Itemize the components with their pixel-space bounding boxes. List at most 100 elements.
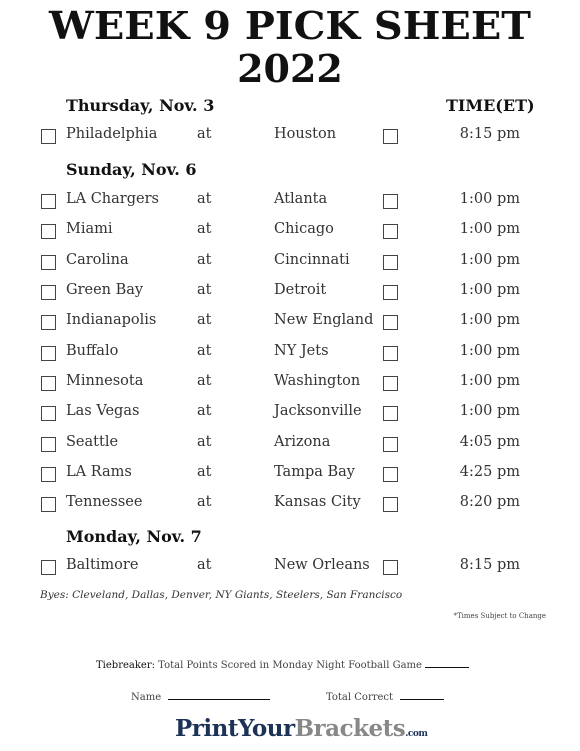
away-team: LA Rams bbox=[66, 464, 132, 480]
game-time: 4:25 pm bbox=[459, 464, 520, 480]
home-team: Houston bbox=[274, 126, 337, 142]
away-pick-checkbox[interactable] bbox=[41, 346, 56, 361]
away-pick-checkbox[interactable] bbox=[41, 406, 56, 421]
at-label: at bbox=[197, 252, 212, 268]
game-row: Philadelphia at Houston 8:15 pm bbox=[0, 126, 580, 148]
game-time: 1:00 pm bbox=[459, 312, 520, 328]
time-header: TIME(ET) bbox=[446, 96, 535, 115]
home-pick-checkbox[interactable] bbox=[383, 560, 398, 575]
name-blank[interactable] bbox=[168, 698, 271, 700]
home-team: Tampa Bay bbox=[274, 464, 355, 480]
at-label: at bbox=[197, 557, 212, 573]
away-pick-checkbox[interactable] bbox=[41, 194, 56, 209]
game-row: LA Chargers at Atlanta 1:00 pm bbox=[0, 191, 580, 213]
game-time: 1:00 pm bbox=[459, 373, 520, 389]
home-pick-checkbox[interactable] bbox=[383, 255, 398, 270]
tiebreaker-text: Total Points Scored in Monday Night Foot… bbox=[158, 660, 422, 671]
away-team: Minnesota bbox=[66, 373, 144, 389]
home-pick-checkbox[interactable] bbox=[383, 346, 398, 361]
game-row: Miami at Chicago 1:00 pm bbox=[0, 221, 580, 243]
away-pick-checkbox[interactable] bbox=[41, 315, 56, 330]
game-time: 1:00 pm bbox=[459, 282, 520, 298]
home-pick-checkbox[interactable] bbox=[383, 224, 398, 239]
game-time: 1:00 pm bbox=[459, 343, 520, 359]
byes-text: Byes: Cleveland, Dallas, Denver, NY Gian… bbox=[40, 589, 403, 601]
total-correct-label: Total Correct bbox=[326, 692, 394, 703]
home-team: Kansas City bbox=[274, 494, 361, 510]
at-label: at bbox=[197, 282, 212, 298]
away-pick-checkbox[interactable] bbox=[41, 129, 56, 144]
away-team: Baltimore bbox=[66, 557, 139, 573]
away-team: Las Vegas bbox=[66, 403, 140, 419]
logo-part2: Brackets bbox=[294, 715, 406, 742]
home-pick-checkbox[interactable] bbox=[383, 194, 398, 209]
game-row: Seattle at Arizona 4:05 pm bbox=[0, 434, 580, 456]
away-pick-checkbox[interactable] bbox=[41, 285, 56, 300]
total-correct-blank[interactable] bbox=[400, 698, 445, 700]
away-pick-checkbox[interactable] bbox=[41, 560, 56, 575]
game-time: 1:00 pm bbox=[459, 221, 520, 237]
game-row: Baltimore at New Orleans 8:15 pm bbox=[0, 557, 580, 579]
game-time: 8:20 pm bbox=[459, 494, 520, 510]
away-team: Philadelphia bbox=[66, 126, 158, 142]
away-team: Tennessee bbox=[66, 494, 143, 510]
away-team: Buffalo bbox=[66, 343, 119, 359]
at-label: at bbox=[197, 434, 212, 450]
at-label: at bbox=[197, 126, 212, 142]
tiebreaker-label: Tiebreaker: bbox=[96, 660, 155, 671]
home-team: Washington bbox=[274, 373, 361, 389]
home-pick-checkbox[interactable] bbox=[383, 129, 398, 144]
at-label: at bbox=[197, 403, 212, 419]
away-pick-checkbox[interactable] bbox=[41, 224, 56, 239]
at-label: at bbox=[197, 464, 212, 480]
logo-suffix: .com bbox=[405, 729, 428, 739]
away-pick-checkbox[interactable] bbox=[41, 376, 56, 391]
tiebreaker-blank[interactable] bbox=[425, 666, 470, 668]
game-row: Indianapolis at New England 1:00 pm bbox=[0, 312, 580, 334]
away-pick-checkbox[interactable] bbox=[41, 437, 56, 452]
game-row: Carolina at Cincinnati 1:00 pm bbox=[0, 252, 580, 274]
away-team: Carolina bbox=[66, 252, 129, 268]
at-label: at bbox=[197, 373, 212, 389]
home-pick-checkbox[interactable] bbox=[383, 497, 398, 512]
away-pick-checkbox[interactable] bbox=[41, 467, 56, 482]
home-team: Detroit bbox=[274, 282, 327, 298]
game-row: Las Vegas at Jacksonville 1:00 pm bbox=[0, 403, 580, 425]
game-row: Green Bay at Detroit 1:00 pm bbox=[0, 282, 580, 304]
game-row: Tennessee at Kansas City 8:20 pm bbox=[0, 494, 580, 516]
name-field: Name bbox=[131, 692, 271, 703]
away-team: Seattle bbox=[66, 434, 119, 450]
game-time: 4:05 pm bbox=[459, 434, 520, 450]
away-team: Green Bay bbox=[66, 282, 144, 298]
game-time: 1:00 pm bbox=[459, 403, 520, 419]
page-title: WEEK 9 PICK SHEET bbox=[49, 3, 531, 48]
away-team: Indianapolis bbox=[66, 312, 157, 328]
times-note: *Times Subject to Change bbox=[453, 612, 546, 620]
day-header: Sunday, Nov. 6 bbox=[66, 160, 197, 179]
game-time: 1:00 pm bbox=[459, 191, 520, 207]
game-row: Buffalo at NY Jets 1:00 pm bbox=[0, 343, 580, 365]
home-pick-checkbox[interactable] bbox=[383, 315, 398, 330]
home-team: Cincinnati bbox=[274, 252, 350, 268]
home-pick-checkbox[interactable] bbox=[383, 376, 398, 391]
home-team: Jacksonville bbox=[274, 403, 362, 419]
home-team: Arizona bbox=[274, 434, 331, 450]
at-label: at bbox=[197, 343, 212, 359]
game-row: LA Rams at Tampa Bay 4:25 pm bbox=[0, 464, 580, 486]
page-title-year: 2022 bbox=[237, 46, 343, 91]
day-header: Monday, Nov. 7 bbox=[66, 527, 202, 546]
away-pick-checkbox[interactable] bbox=[41, 255, 56, 270]
home-pick-checkbox[interactable] bbox=[383, 437, 398, 452]
home-pick-checkbox[interactable] bbox=[383, 467, 398, 482]
game-row: Minnesota at Washington 1:00 pm bbox=[0, 373, 580, 395]
at-label: at bbox=[197, 312, 212, 328]
away-team: Miami bbox=[66, 221, 113, 237]
away-team: LA Chargers bbox=[66, 191, 159, 207]
home-team: New Orleans bbox=[274, 557, 370, 573]
home-team: Atlanta bbox=[274, 191, 328, 207]
home-team: New England bbox=[274, 312, 374, 328]
home-pick-checkbox[interactable] bbox=[383, 406, 398, 421]
away-pick-checkbox[interactable] bbox=[41, 497, 56, 512]
home-pick-checkbox[interactable] bbox=[383, 285, 398, 300]
day-header: Thursday, Nov. 3 bbox=[66, 96, 215, 115]
